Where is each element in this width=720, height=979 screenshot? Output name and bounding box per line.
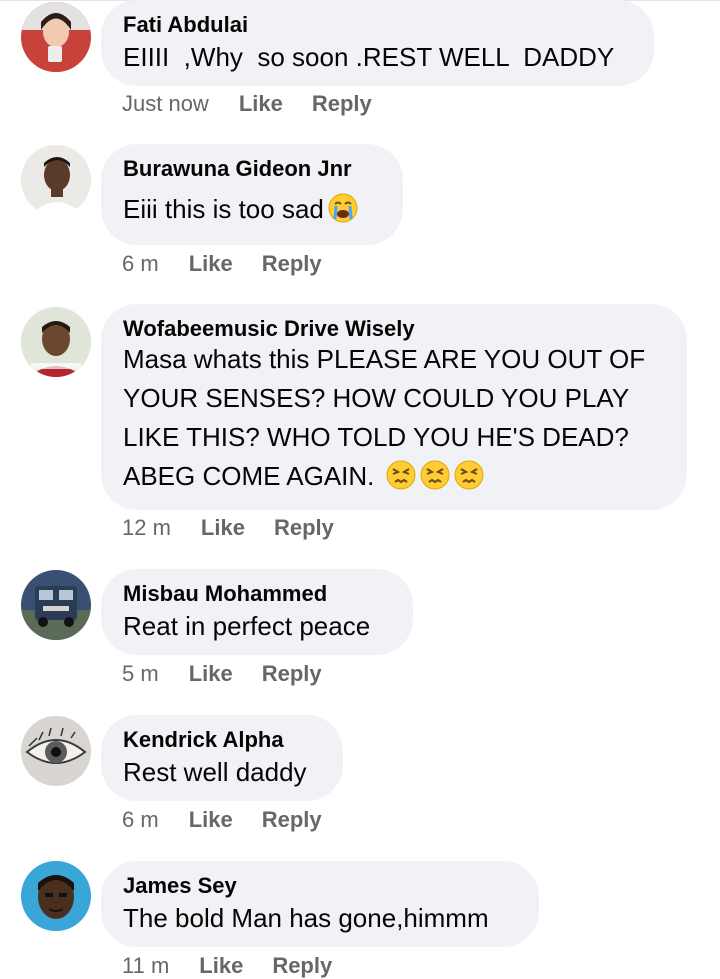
comment-meta: 6 m Like Reply xyxy=(122,251,351,277)
reply-button[interactable]: Reply xyxy=(312,91,372,117)
like-button[interactable]: Like xyxy=(239,91,283,117)
comment-bubble: Wofabeemusic Drive Wisely Masa whats thi… xyxy=(101,304,687,510)
comment-bubble: Burawuna Gideon Jnr Eiii this is too sad xyxy=(101,144,403,245)
user-avatar[interactable] xyxy=(21,861,91,931)
comment-bubble: Fati Abdulai EIIII ,Why so soon .REST WE… xyxy=(101,0,654,86)
comment-author[interactable]: James Sey xyxy=(123,873,517,899)
man-avatar-icon xyxy=(21,861,91,931)
like-button[interactable]: Like xyxy=(189,661,233,687)
comment-meta: 12 m Like Reply xyxy=(122,515,363,541)
comment-time[interactable]: 12 m xyxy=(122,515,171,541)
user-avatar[interactable] xyxy=(21,307,91,377)
user-avatar[interactable] xyxy=(21,2,91,72)
user-avatar[interactable] xyxy=(21,716,91,786)
comment-time[interactable]: 6 m xyxy=(122,807,159,833)
reply-button[interactable]: Reply xyxy=(262,807,322,833)
comment-author[interactable]: Misbau Mohammed xyxy=(123,581,391,607)
comment-meta: Just now Like Reply xyxy=(122,91,401,117)
loudly-crying-face-icon xyxy=(328,193,358,223)
comment-meta: 6 m Like Reply xyxy=(122,807,351,833)
comment-text: EIIII ,Why so soon .REST WELL DADDY xyxy=(123,42,615,72)
persevering-face-icon xyxy=(420,460,450,490)
like-button[interactable]: Like xyxy=(189,807,233,833)
comment-text: Masa whats this PLEASE ARE YOU OUT OF YO… xyxy=(123,340,665,496)
persevering-face-icon xyxy=(386,460,416,490)
man-avatar-icon xyxy=(21,145,91,215)
comment-meta: 5 m Like Reply xyxy=(122,661,351,687)
comment-author[interactable]: Kendrick Alpha xyxy=(123,727,321,753)
user-avatar[interactable] xyxy=(21,145,91,215)
reply-button[interactable]: Reply xyxy=(262,661,322,687)
comment-meta: 11 m Like Reply xyxy=(122,953,361,979)
comment-text: Reat in perfect peace xyxy=(123,611,371,641)
woman-avatar-icon xyxy=(21,2,91,72)
comment-time[interactable]: Just now xyxy=(122,91,209,117)
like-button[interactable]: Like xyxy=(199,953,243,979)
persevering-face-icon xyxy=(454,460,484,490)
comment-text: Rest well daddy xyxy=(123,757,307,787)
comment-author[interactable]: Wofabeemusic Drive Wisely xyxy=(123,316,665,342)
comment-bubble: Kendrick Alpha Rest well daddy xyxy=(101,715,343,801)
reply-button[interactable]: Reply xyxy=(272,953,332,979)
eye-drawing-avatar-icon xyxy=(21,716,91,786)
comment-time[interactable]: 6 m xyxy=(122,251,159,277)
comment-text: Eiii this is too sad xyxy=(123,190,381,229)
comment-text: The bold Man has gone,himmm xyxy=(123,903,489,933)
comment-author[interactable]: Fati Abdulai xyxy=(123,12,632,38)
comment-time[interactable]: 11 m xyxy=(122,953,169,979)
reply-button[interactable]: Reply xyxy=(262,251,322,277)
comment-bubble: Misbau Mohammed Reat in perfect peace xyxy=(101,569,413,655)
like-button[interactable]: Like xyxy=(201,515,245,541)
user-avatar[interactable] xyxy=(21,570,91,640)
reply-button[interactable]: Reply xyxy=(274,515,334,541)
man-avatar-icon xyxy=(21,307,91,377)
comment-time[interactable]: 5 m xyxy=(122,661,159,687)
truck-avatar-icon xyxy=(21,570,91,640)
like-button[interactable]: Like xyxy=(189,251,233,277)
comment-text-content: Eiii this is too sad xyxy=(123,194,324,224)
comment-author[interactable]: Burawuna Gideon Jnr xyxy=(123,156,381,182)
comment-bubble: James Sey The bold Man has gone,himmm xyxy=(101,861,539,947)
